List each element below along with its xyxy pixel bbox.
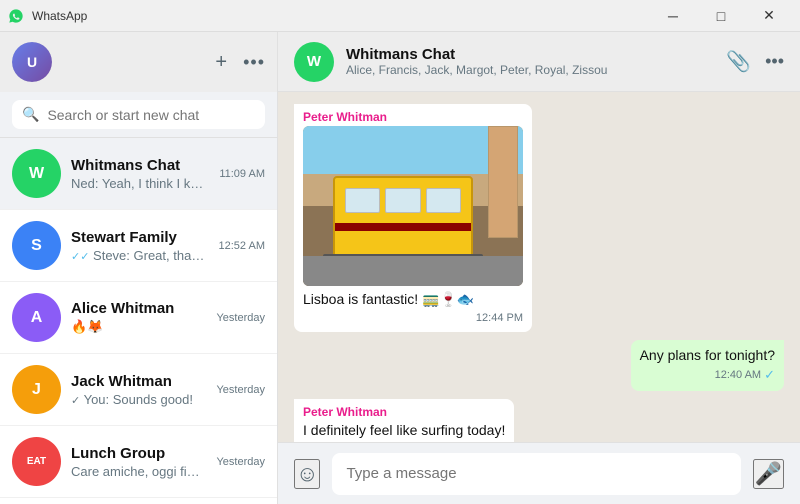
chat-item[interactable]: J Jack Whitman ✓ You: Sounds good! Yeste… (0, 354, 277, 426)
chat-item[interactable]: S Stewart Family ✓✓ Steve: Great, thanks… (0, 210, 277, 282)
chat-item[interactable]: A Alice Whitman 🔥🦊 Yesterday (0, 282, 277, 354)
message-bubble: Peter Whitman I definitely feel like surf… (294, 399, 514, 442)
message-text: Any plans for tonight? (640, 346, 775, 366)
message-bubble: Any plans for tonight?12:40 AM✓ (631, 340, 784, 392)
chat-info: Alice Whitman 🔥🦊 (71, 300, 206, 335)
emoji-button[interactable]: ☺ (294, 459, 320, 489)
search-input[interactable] (47, 107, 255, 123)
chat-item[interactable]: W Whitmans Chat Ned: Yeah, I think I kno… (0, 138, 277, 210)
chat-meta: 11:09 AM (219, 168, 265, 180)
message-sender: Peter Whitman (303, 110, 523, 124)
chat-meta: Yesterday (216, 456, 265, 468)
attach-button[interactable]: 📎 (726, 49, 751, 74)
chat-avatar: EAT (12, 437, 61, 486)
minimize-button[interactable]: ─ (650, 0, 696, 32)
new-chat-button[interactable]: + (215, 51, 227, 74)
chat-list: W Whitmans Chat Ned: Yeah, I think I kno… (0, 138, 277, 504)
chat-preview: 🔥🦊 (71, 319, 206, 335)
chat-meta: 12:52 AM (219, 240, 265, 252)
chat-avatar: J (12, 365, 61, 414)
chat-meta: Yesterday (216, 384, 265, 396)
chat-header-avatar: W (294, 42, 334, 82)
message-text: Lisboa is fantastic! 🚃🍷🐟 (303, 290, 523, 310)
chat-preview: Ned: Yeah, I think I know wha... (71, 176, 209, 191)
title-bar: WhatsApp ─ □ ✕ (0, 0, 800, 32)
maximize-button[interactable]: □ (698, 0, 744, 32)
chat-name: Alice Whitman (71, 300, 206, 317)
chat-name: Lunch Group (71, 445, 206, 462)
chat-time: Yesterday (216, 312, 265, 324)
chat-time: Yesterday (216, 456, 265, 468)
search-icon: 🔍 (22, 106, 39, 123)
chat-name: Jack Whitman (71, 373, 206, 390)
message-input[interactable] (332, 453, 740, 495)
chat-menu-button[interactable]: ••• (765, 49, 784, 74)
chat-name: Whitmans Chat (71, 157, 209, 174)
right-panel: W Whitmans Chat Alice, Francis, Jack, Ma… (278, 32, 800, 504)
close-button[interactable]: ✕ (746, 0, 792, 32)
window-controls: ─ □ ✕ (650, 0, 792, 32)
chat-item[interactable]: J Jane Pearson Nice! I definitely feel l… (0, 498, 277, 504)
chat-info: Stewart Family ✓✓ Steve: Great, thanks! (71, 229, 209, 263)
message-time: 12:40 AM✓ (640, 367, 775, 383)
chat-info: Whitmans Chat Ned: Yeah, I think I know … (71, 157, 209, 191)
chat-avatar: W (12, 149, 61, 198)
chat-header-members: Alice, Francis, Jack, Margot, Peter, Roy… (346, 63, 714, 77)
chat-time: Yesterday (216, 384, 265, 396)
messages-area: Peter Whitman (278, 92, 800, 442)
app-title: WhatsApp (32, 9, 642, 23)
message-tick: ✓ (764, 367, 775, 383)
menu-button[interactable]: ••• (243, 52, 265, 73)
chat-header-name: Whitmans Chat (346, 46, 714, 63)
chat-header-info: Whitmans Chat Alice, Francis, Jack, Marg… (346, 46, 714, 77)
whatsapp-logo-icon (8, 8, 24, 24)
message-bubble: Peter Whitman (294, 104, 532, 332)
chat-preview: Care amiche, oggi finalmente posso (71, 464, 206, 479)
chat-meta: Yesterday (216, 312, 265, 324)
mic-button[interactable]: 🎤 (753, 459, 784, 489)
main-content: U + ••• 🔍 W Whitmans Chat Ned: Yeah, I t… (0, 32, 800, 504)
chat-time: 12:52 AM (219, 240, 265, 252)
message-sender: Peter Whitman (303, 405, 505, 419)
chat-info: Jack Whitman ✓ You: Sounds good! (71, 373, 206, 407)
chat-header-actions: 📎 ••• (726, 49, 784, 74)
left-header: U + ••• (0, 32, 277, 92)
my-avatar[interactable]: U (12, 42, 52, 82)
chat-preview: ✓✓ Steve: Great, thanks! (71, 248, 209, 263)
chat-time: 11:09 AM (219, 168, 265, 180)
input-bar: ☺ 🎤 (278, 442, 800, 504)
message-image (303, 126, 523, 286)
search-input-wrap[interactable]: 🔍 (12, 100, 265, 129)
chat-avatar: A (12, 293, 61, 342)
message-text: I definitely feel like surfing today! (303, 421, 505, 441)
chat-item[interactable]: EAT Lunch Group Care amiche, oggi finalm… (0, 426, 277, 498)
chat-preview: ✓ You: Sounds good! (71, 392, 206, 407)
chat-header: W Whitmans Chat Alice, Francis, Jack, Ma… (278, 32, 800, 92)
message-time: 12:44 PM (303, 312, 523, 324)
chat-info: Lunch Group Care amiche, oggi finalmente… (71, 445, 206, 479)
search-bar: 🔍 (0, 92, 277, 138)
chat-avatar: S (12, 221, 61, 270)
left-panel: U + ••• 🔍 W Whitmans Chat Ned: Yeah, I t… (0, 32, 278, 504)
chat-name: Stewart Family (71, 229, 209, 246)
